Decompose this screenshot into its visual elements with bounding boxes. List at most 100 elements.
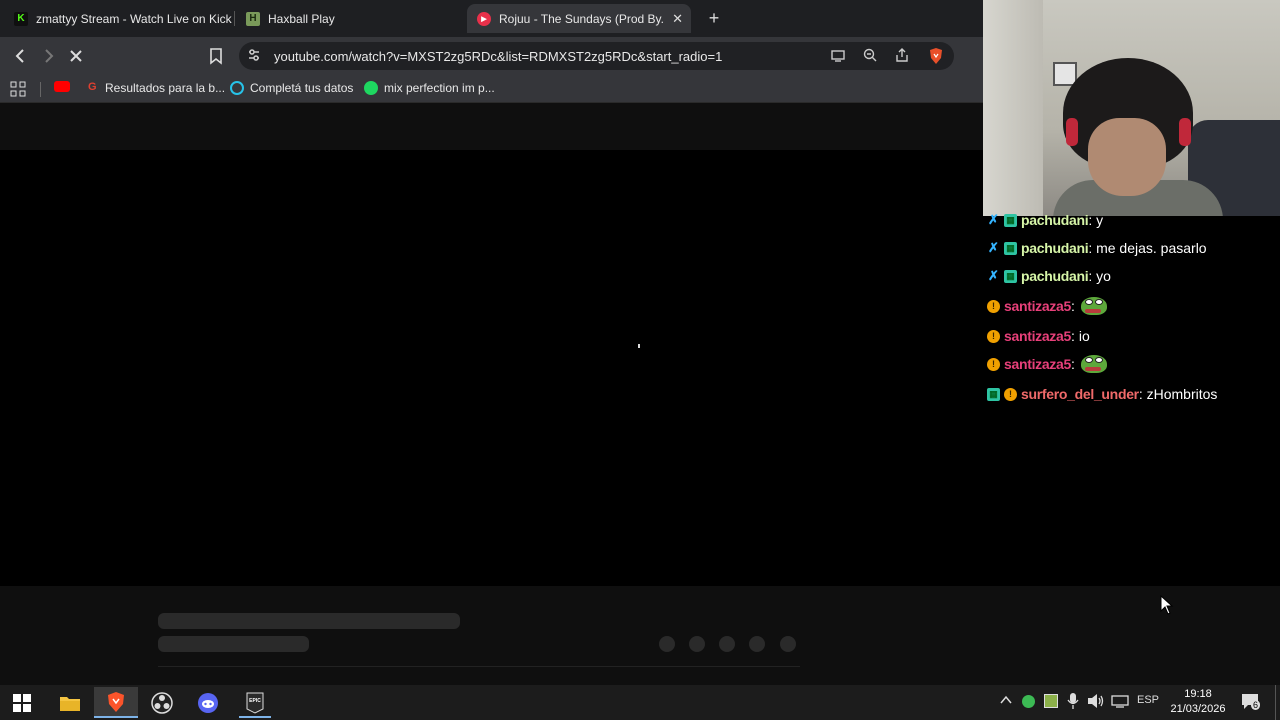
grid-badge-icon: ▦ bbox=[1004, 241, 1017, 255]
skeleton-button bbox=[780, 636, 796, 652]
tab-haxball[interactable]: H Haxball Play bbox=[236, 4, 464, 33]
show-desktop-button[interactable] bbox=[1275, 685, 1276, 720]
windows-start-icon bbox=[13, 693, 31, 712]
tab-title: zmattyy Stream - Watch Live on Kick bbox=[36, 11, 232, 26]
chat-message: ! santizaza5: bbox=[987, 294, 1109, 318]
youtube-icon bbox=[54, 81, 70, 92]
circle-icon bbox=[230, 81, 244, 95]
start-button[interactable] bbox=[0, 687, 44, 718]
chat-overlay: ✗ ▦ pachudani: y ✗ ▦ pachudani: me dejas… bbox=[983, 212, 1280, 586]
webcam-face bbox=[1088, 118, 1166, 196]
sword-badge-icon: ✗ bbox=[988, 240, 999, 255]
sub-badge-icon: ! bbox=[987, 357, 1000, 371]
file-explorer-icon bbox=[60, 696, 80, 711]
show-hidden-icons-button[interactable] bbox=[999, 693, 1013, 710]
chat-message: ! santizaza5: io bbox=[987, 324, 1090, 348]
share-icon[interactable] bbox=[893, 47, 911, 65]
address-bar[interactable]: youtube.com/watch?v=MXST2zg5RDc&list=RDM… bbox=[239, 42, 954, 70]
volume-icon[interactable] bbox=[1087, 693, 1105, 712]
divider bbox=[158, 666, 800, 667]
chat-username: pachudani bbox=[1021, 268, 1089, 284]
chat-text: zHombritos bbox=[1146, 386, 1218, 402]
grid-badge-icon: ▦ bbox=[987, 387, 1000, 401]
grid-badge-icon: ▦ bbox=[1004, 269, 1017, 283]
discord-icon bbox=[198, 692, 218, 713]
webcam-wall bbox=[983, 0, 1043, 216]
zoom-icon[interactable] bbox=[861, 47, 879, 65]
bookmark-completa[interactable]: Completá tus datos bbox=[230, 81, 353, 95]
clock-date: 21/03/2026 bbox=[1170, 703, 1226, 715]
video-player[interactable] bbox=[0, 150, 983, 586]
browser-window: K zmattyy Stream - Watch Live on Kick H … bbox=[0, 0, 983, 685]
bookmark-icon bbox=[210, 48, 222, 65]
grid-badge-icon: ▦ bbox=[1004, 213, 1017, 227]
new-tab-button[interactable]: + bbox=[704, 8, 724, 29]
overlay-bottom-area bbox=[983, 586, 1280, 685]
language-indicator[interactable]: ESP bbox=[1137, 694, 1159, 706]
notifications-button[interactable]: 6 bbox=[1240, 691, 1261, 714]
back-button[interactable] bbox=[11, 46, 31, 66]
forward-button[interactable] bbox=[38, 46, 58, 66]
chat-text: yo bbox=[1096, 268, 1111, 284]
bookmark-spotify[interactable]: mix perfection im p... bbox=[364, 81, 495, 95]
site-settings-icon[interactable] bbox=[245, 47, 263, 65]
cast-icon[interactable] bbox=[829, 47, 847, 65]
bookmark-button[interactable] bbox=[206, 46, 226, 66]
url-text: youtube.com/watch?v=MXST2zg5RDc&list=RDM… bbox=[274, 49, 723, 64]
stop-loading-button[interactable] bbox=[66, 46, 86, 66]
bookmark-youtube[interactable] bbox=[54, 81, 76, 92]
frog-emote-icon bbox=[1079, 295, 1109, 317]
browser-toolbar: youtube.com/watch?v=MXST2zg5RDc&list=RDM… bbox=[0, 37, 983, 75]
taskbar-file-explorer[interactable] bbox=[48, 687, 92, 718]
skeleton-button bbox=[659, 636, 675, 652]
frog-emote-icon bbox=[1079, 353, 1109, 375]
chevron-up-icon bbox=[1000, 695, 1012, 704]
bookmarks-bar: G Resultados para la b... Completá tus d… bbox=[0, 75, 983, 103]
sub-badge-icon: ! bbox=[1004, 387, 1017, 401]
obs-icon bbox=[151, 691, 173, 714]
spotify-icon bbox=[364, 81, 378, 95]
apps-grid-icon bbox=[10, 81, 26, 97]
tab-youtube-active[interactable]: ▶ Rojuu - The Sundays (Prod By. Ev ✕ bbox=[467, 4, 691, 33]
app-tray-icon[interactable] bbox=[1044, 694, 1058, 708]
taskbar-discord[interactable] bbox=[186, 687, 230, 718]
video-info-placeholder bbox=[0, 586, 983, 685]
chat-message: ✗ ▦ pachudani: me dejas. pasarlo bbox=[988, 240, 1207, 256]
kick-icon: K bbox=[14, 11, 28, 26]
chat-message: ! santizaza5: bbox=[987, 352, 1109, 376]
haxball-icon: H bbox=[246, 11, 260, 26]
clock[interactable]: 19:18 21/03/2026 bbox=[1162, 687, 1234, 717]
skeleton-button bbox=[689, 636, 705, 652]
sword-badge-icon: ✗ bbox=[988, 268, 999, 283]
apps-grid-button[interactable] bbox=[10, 81, 26, 97]
sword-badge-icon: ✗ bbox=[988, 212, 999, 227]
bookmark-separator bbox=[40, 82, 41, 97]
google-icon: G bbox=[88, 81, 97, 93]
notification-count: 6 bbox=[1251, 700, 1261, 710]
back-arrow-icon bbox=[15, 49, 24, 63]
network-icon[interactable] bbox=[1111, 694, 1129, 711]
bookmark-resultados[interactable]: G Resultados para la b... bbox=[88, 81, 225, 95]
tab-title: Rojuu - The Sundays (Prod By. Ev bbox=[499, 11, 667, 26]
skeleton-button bbox=[719, 636, 735, 652]
chat-username: santizaza5 bbox=[1004, 298, 1072, 314]
brave-shields-icon[interactable] bbox=[927, 47, 945, 65]
tab-title: Haxball Play bbox=[268, 11, 335, 26]
taskbar-brave[interactable] bbox=[94, 687, 138, 718]
tab-separator bbox=[234, 11, 235, 26]
close-icon[interactable]: ✕ bbox=[672, 11, 683, 27]
svg-text:EPIC: EPIC bbox=[249, 698, 261, 704]
epic-games-icon: EPIC bbox=[246, 692, 264, 714]
microphone-icon[interactable] bbox=[1067, 692, 1079, 713]
loading-indicator bbox=[638, 344, 640, 348]
tab-kick[interactable]: K zmattyy Stream - Watch Live on Kick bbox=[4, 4, 232, 33]
taskbar-epic-games[interactable]: EPIC bbox=[233, 687, 277, 718]
taskbar-obs[interactable] bbox=[140, 687, 184, 718]
chat-username: surfero_del_under bbox=[1021, 386, 1139, 402]
sub-badge-icon: ! bbox=[987, 329, 1000, 343]
status-dot-icon[interactable] bbox=[1022, 695, 1035, 708]
youtube-music-icon: ▶ bbox=[477, 11, 491, 26]
chat-message: ✗ ▦ pachudani: y bbox=[988, 212, 1104, 228]
chat-text: me dejas. pasarlo bbox=[1096, 240, 1207, 256]
bookmark-label: mix perfection im p... bbox=[384, 81, 495, 95]
